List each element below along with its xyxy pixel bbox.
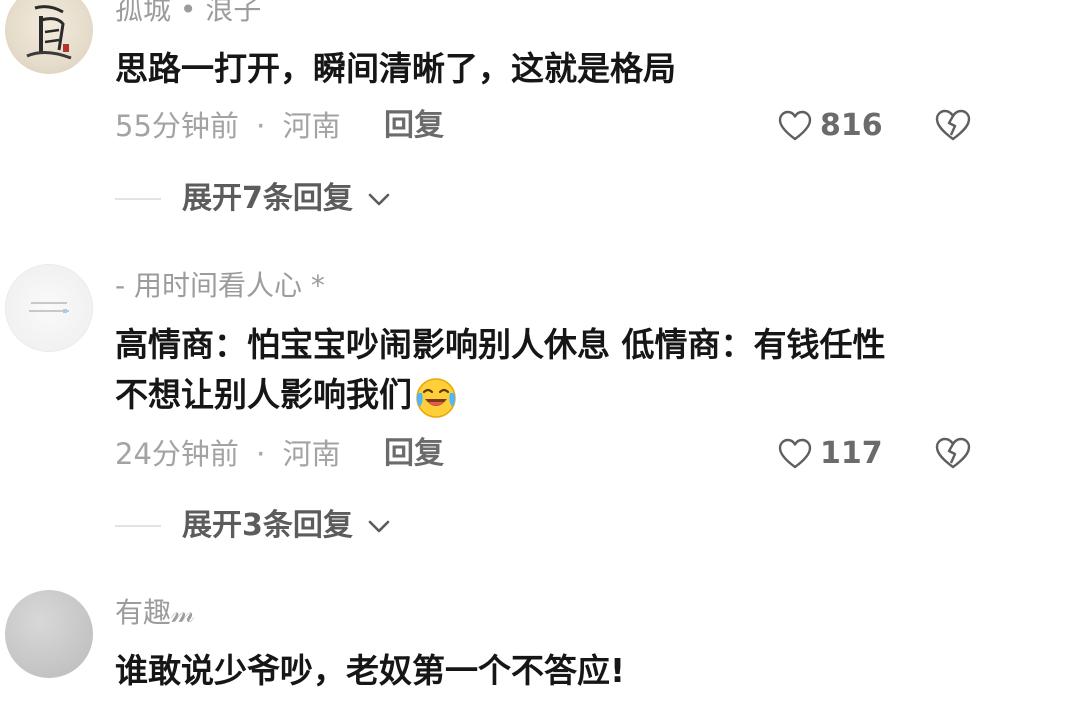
comment-meta: 24分钟前 · 河南: [115, 436, 341, 472]
calligraphy-avatar-image: [26, 5, 72, 60]
avatar[interactable]: [5, 590, 93, 678]
expand-replies-label[interactable]: 展开3条回复: [182, 506, 353, 546]
comment-location: 河南: [282, 437, 341, 471]
like-button[interactable]: 117: [778, 434, 883, 474]
chevron-down-icon: [368, 520, 390, 533]
comment-text: 高情商：怕宝宝吵闹影响别人休息 低情商：有钱任性 不想让别人影响我们: [115, 320, 1015, 420]
comment-username[interactable]: 孤城 • 浪子: [115, 0, 261, 27]
meta-separator: ·: [256, 437, 266, 471]
reply-button[interactable]: 回复: [384, 108, 444, 144]
expand-replies-label[interactable]: 展开7条回复: [182, 179, 353, 219]
expand-replies[interactable]: 展开3条回复: [0, 506, 1080, 546]
avatar[interactable]: [5, 264, 93, 352]
laugh-cry-emoji: [416, 377, 456, 418]
divider-line: [115, 525, 161, 527]
comment-location: 河南: [282, 109, 341, 143]
comment-text-line: 不想让别人影响我们: [115, 375, 412, 414]
text-avatar-image: [29, 302, 69, 313]
heart-outline-icon: [778, 438, 812, 469]
dislike-button[interactable]: [934, 108, 972, 144]
comment-text: 谁敢说少爷吵，老奴第一个不答应!: [115, 646, 1015, 696]
expand-replies[interactable]: 展开7条回复: [0, 179, 1080, 219]
comment-text-line: 高情商：怕宝宝吵闹影响别人休息 低情商：有钱任性: [115, 325, 886, 364]
chevron-down-icon: [368, 193, 390, 206]
comment-text-line: 谁敢说少爷吵，老奴第一个不答应!: [115, 651, 626, 690]
avatar[interactable]: [5, 0, 93, 74]
comment-username[interactable]: 有趣𝓂: [115, 596, 195, 630]
like-button[interactable]: 816: [778, 106, 883, 146]
comment-username[interactable]: - 用时间看人心 *: [115, 269, 325, 303]
comment-text-line: 思路一打开，瞬间清晰了，这就是格局: [115, 49, 676, 88]
reply-button[interactable]: 回复: [384, 436, 444, 472]
comment-text: 思路一打开，瞬间清晰了，这就是格局: [115, 44, 1015, 94]
divider-line: [115, 198, 161, 200]
comment-meta: 55分钟前 · 河南: [115, 108, 341, 144]
comment-time: 55分钟前: [115, 109, 239, 143]
heart-outline-icon: [778, 110, 812, 141]
like-count: 117: [820, 436, 883, 471]
dislike-button[interactable]: [934, 436, 972, 472]
broken-heart-icon: [935, 109, 971, 141]
meta-separator: ·: [256, 109, 266, 143]
like-count: 816: [820, 108, 883, 143]
broken-heart-icon: [935, 437, 971, 469]
comment-time: 24分钟前: [115, 437, 239, 471]
